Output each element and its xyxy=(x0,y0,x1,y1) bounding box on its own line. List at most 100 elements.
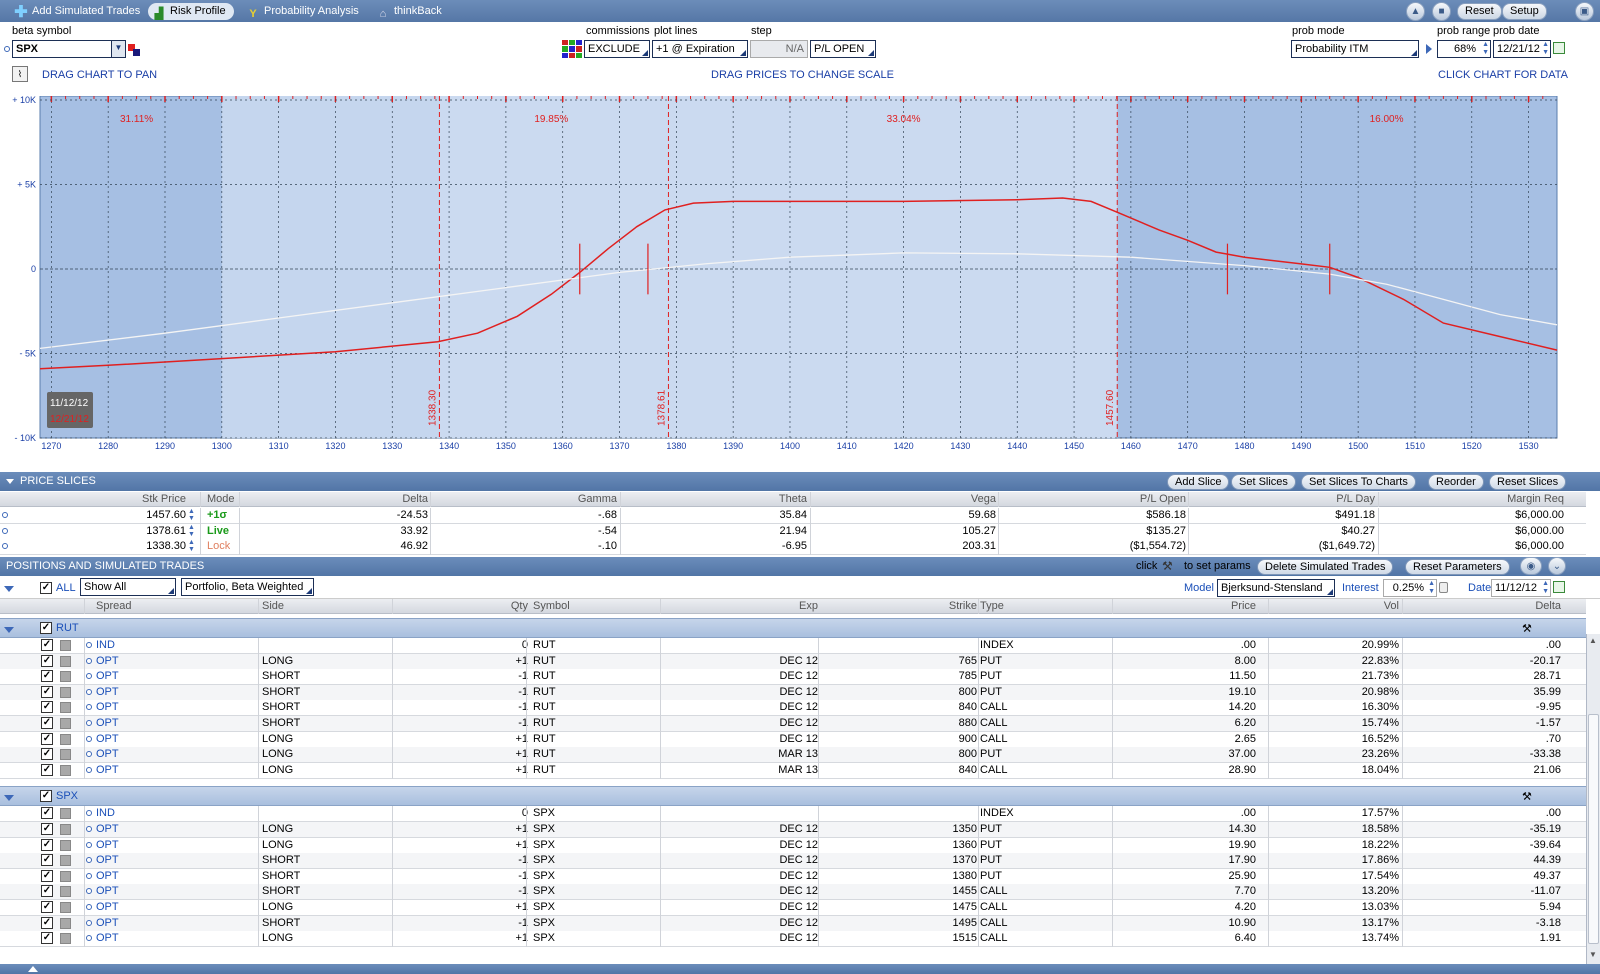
prob-mode-select[interactable]: Probability ITM xyxy=(1291,40,1419,58)
delete-simulated-trades-button[interactable]: Delete Simulated Trades xyxy=(1257,559,1394,575)
portfolio-select[interactable]: Portfolio, Beta Weighted xyxy=(181,578,314,596)
row-status-square[interactable] xyxy=(60,824,71,835)
row-status-square[interactable] xyxy=(60,917,71,929)
row-checkbox[interactable]: ✓ xyxy=(41,869,53,882)
row-status-square[interactable] xyxy=(60,640,71,651)
slice-row[interactable]: 1457.60 +1σ -24.53 -.68 35.84 59.68 $586.18 $49… xyxy=(0,508,1586,524)
slice-button-reorder[interactable]: Reorder xyxy=(1428,474,1484,490)
reset-button[interactable]: Reset xyxy=(1457,3,1502,20)
scroll-down-icon[interactable]: ▼ xyxy=(1589,950,1597,959)
position-col-type[interactable]: Type xyxy=(980,600,1004,612)
position-row[interactable]: ✓ OPT LONG +1 SPX DEC 12 1360 PUT 19.90 18.22% -39… xyxy=(0,837,1586,854)
expand-up-icon[interactable] xyxy=(28,966,38,972)
position-col-side[interactable]: Side xyxy=(262,600,284,612)
slice-button-add-slice[interactable]: Add Slice xyxy=(1167,474,1230,490)
collapse-group-icon[interactable] xyxy=(4,795,14,802)
position-row[interactable]: ✓ OPT SHORT -1 RUT DEC 12 880 CALL 6.20 15.74% -1.… xyxy=(0,716,1586,732)
row-checkbox[interactable]: ✓ xyxy=(41,932,53,945)
row-status-square[interactable] xyxy=(60,886,71,898)
position-row[interactable]: ✓ OPT LONG +1 SPX DEC 12 1350 PUT 14.30 18.58% -35… xyxy=(0,822,1586,838)
position-row[interactable]: ✓ OPT SHORT -1 RUT DEC 12 800 PUT 19.10 20.98% 35.… xyxy=(0,684,1586,701)
price-spinner-icon[interactable]: ▲ ▼ xyxy=(188,539,195,553)
slice-col-7[interactable]: P/L Day xyxy=(1336,493,1375,505)
prob-range-input[interactable]: 68% ▲ ▼ xyxy=(1437,40,1491,58)
slice-col-2[interactable]: Delta xyxy=(402,493,428,505)
row-checkbox[interactable]: ✓ xyxy=(41,685,53,698)
slice-col-0[interactable]: Stk Price xyxy=(142,493,186,505)
row-status-square[interactable] xyxy=(60,855,71,867)
position-row[interactable]: ✓ OPT SHORT -1 RUT DEC 12 840 CALL 14.20 16.30% -9… xyxy=(0,700,1586,717)
risk-profile-chart[interactable]: 1270 1280 1290 1300 1310 1320 1330 1340 1350 1360… xyxy=(0,96,1600,464)
row-checkbox[interactable]: ✓ xyxy=(41,916,53,929)
position-col-qty[interactable]: Qty xyxy=(511,600,528,612)
row-status-square[interactable] xyxy=(60,933,71,945)
row-link-icon[interactable] xyxy=(86,751,92,758)
row-link-icon[interactable] xyxy=(86,657,92,664)
spinner-icon[interactable]: ▲ ▼ xyxy=(1482,41,1489,57)
slice-price[interactable]: 1457.60 xyxy=(146,508,186,523)
row-checkbox[interactable]: ✓ xyxy=(41,901,53,913)
position-row[interactable]: ✓ IND 0 SPX INDEX .00 17.57% .00 xyxy=(0,806,1586,823)
add-simulated-trades-tab[interactable]: ✚ Add Simulated Trades xyxy=(10,3,148,21)
slice-col-3[interactable]: Gamma xyxy=(578,493,617,505)
group-checkbox[interactable]: ✓ xyxy=(40,622,52,634)
dropdown-arrow-icon[interactable]: ▼ xyxy=(111,41,125,57)
row-link-icon[interactable] xyxy=(86,888,92,895)
row-link-icon[interactable] xyxy=(2,527,8,534)
row-checkbox[interactable]: ✓ xyxy=(41,701,53,714)
spinner-icon[interactable]: ▲ ▼ xyxy=(1428,580,1435,596)
row-link-icon[interactable] xyxy=(86,673,92,680)
slice-button-set-slices[interactable]: Set Slices xyxy=(1231,474,1296,490)
row-status-square[interactable] xyxy=(60,655,71,667)
chart-type-icon[interactable]: ⌇ xyxy=(12,66,28,82)
group-tools-icon[interactable]: ⚒ xyxy=(1522,790,1532,803)
model-select[interactable]: Bjerksund-Stensland xyxy=(1217,579,1335,597)
slice-price[interactable]: 1338.30 xyxy=(146,539,186,554)
slice-col-4[interactable]: Theta xyxy=(779,493,807,505)
row-checkbox[interactable]: ✓ xyxy=(41,807,53,820)
row-checkbox[interactable]: ✓ xyxy=(41,885,53,898)
position-group-spx[interactable]: ✓ SPX ⚒ xyxy=(0,786,1586,807)
row-status-square[interactable] xyxy=(60,808,71,820)
risk-profile-tab[interactable]: ▟ Risk Profile xyxy=(148,3,234,20)
collapse-all-icon[interactable] xyxy=(4,586,14,592)
row-link-icon[interactable] xyxy=(86,810,92,817)
row-checkbox[interactable]: ✓ xyxy=(41,838,53,851)
position-col-delta[interactable]: Delta xyxy=(1535,600,1561,612)
probability-analysis-tab[interactable]: Y Probability Analysis xyxy=(242,3,367,20)
slice-col-5[interactable]: Vega xyxy=(971,493,996,505)
row-status-square[interactable] xyxy=(60,839,71,851)
beta-symbol-input[interactable]: SPX ▼ xyxy=(12,40,126,58)
slice-col-1[interactable]: Mode xyxy=(207,493,235,505)
price-spinner-icon[interactable]: ▲ ▼ xyxy=(188,508,195,522)
beta-link-icon[interactable] xyxy=(4,46,10,52)
row-checkbox[interactable]: ✓ xyxy=(41,732,53,745)
position-col-vol[interactable]: Vol xyxy=(1384,600,1399,612)
row-link-icon[interactable] xyxy=(86,826,92,832)
row-status-square[interactable] xyxy=(60,870,71,882)
row-checkbox[interactable]: ✓ xyxy=(41,854,53,867)
play-arrow-icon[interactable] xyxy=(1426,44,1432,54)
collapse-group-icon[interactable] xyxy=(4,627,14,633)
row-link-icon[interactable] xyxy=(86,935,92,942)
position-row[interactable]: ✓ OPT SHORT -1 SPX DEC 12 1455 CALL 7.70 13.20% -1… xyxy=(0,884,1586,901)
row-link-icon[interactable] xyxy=(86,904,92,910)
row-checkbox[interactable]: ✓ xyxy=(41,823,53,835)
color-grid-icon[interactable] xyxy=(562,40,582,58)
pl-mode-select[interactable]: P/L OPEN xyxy=(810,40,876,58)
row-link-icon[interactable] xyxy=(86,872,92,879)
position-col-spread[interactable]: Spread xyxy=(96,600,131,612)
position-col-strike[interactable]: Strike xyxy=(949,600,977,612)
position-row[interactable]: ✓ OPT LONG +1 RUT DEC 12 765 PUT 8.00 22.83% -20.1… xyxy=(0,653,1586,670)
calendar-icon[interactable] xyxy=(1553,42,1565,54)
row-link-icon[interactable] xyxy=(86,642,92,648)
position-col-exp[interactable]: Exp xyxy=(799,600,818,612)
group-checkbox[interactable]: ✓ xyxy=(40,790,52,803)
row-link-icon[interactable] xyxy=(86,720,92,726)
price-spinner-icon[interactable]: ▲ ▼ xyxy=(188,524,195,538)
position-row[interactable]: ✓ OPT SHORT -1 SPX DEC 12 1370 PUT 17.90 17.86% 44… xyxy=(0,853,1586,870)
position-row[interactable]: ✓ OPT LONG +1 RUT MAR 13 800 PUT 37.00 23.26% -33.… xyxy=(0,747,1586,764)
row-status-square[interactable] xyxy=(60,718,71,729)
slice-price[interactable]: 1378.61 xyxy=(146,524,186,539)
position-group-rut[interactable]: ✓ RUT ⚒ xyxy=(0,618,1586,638)
